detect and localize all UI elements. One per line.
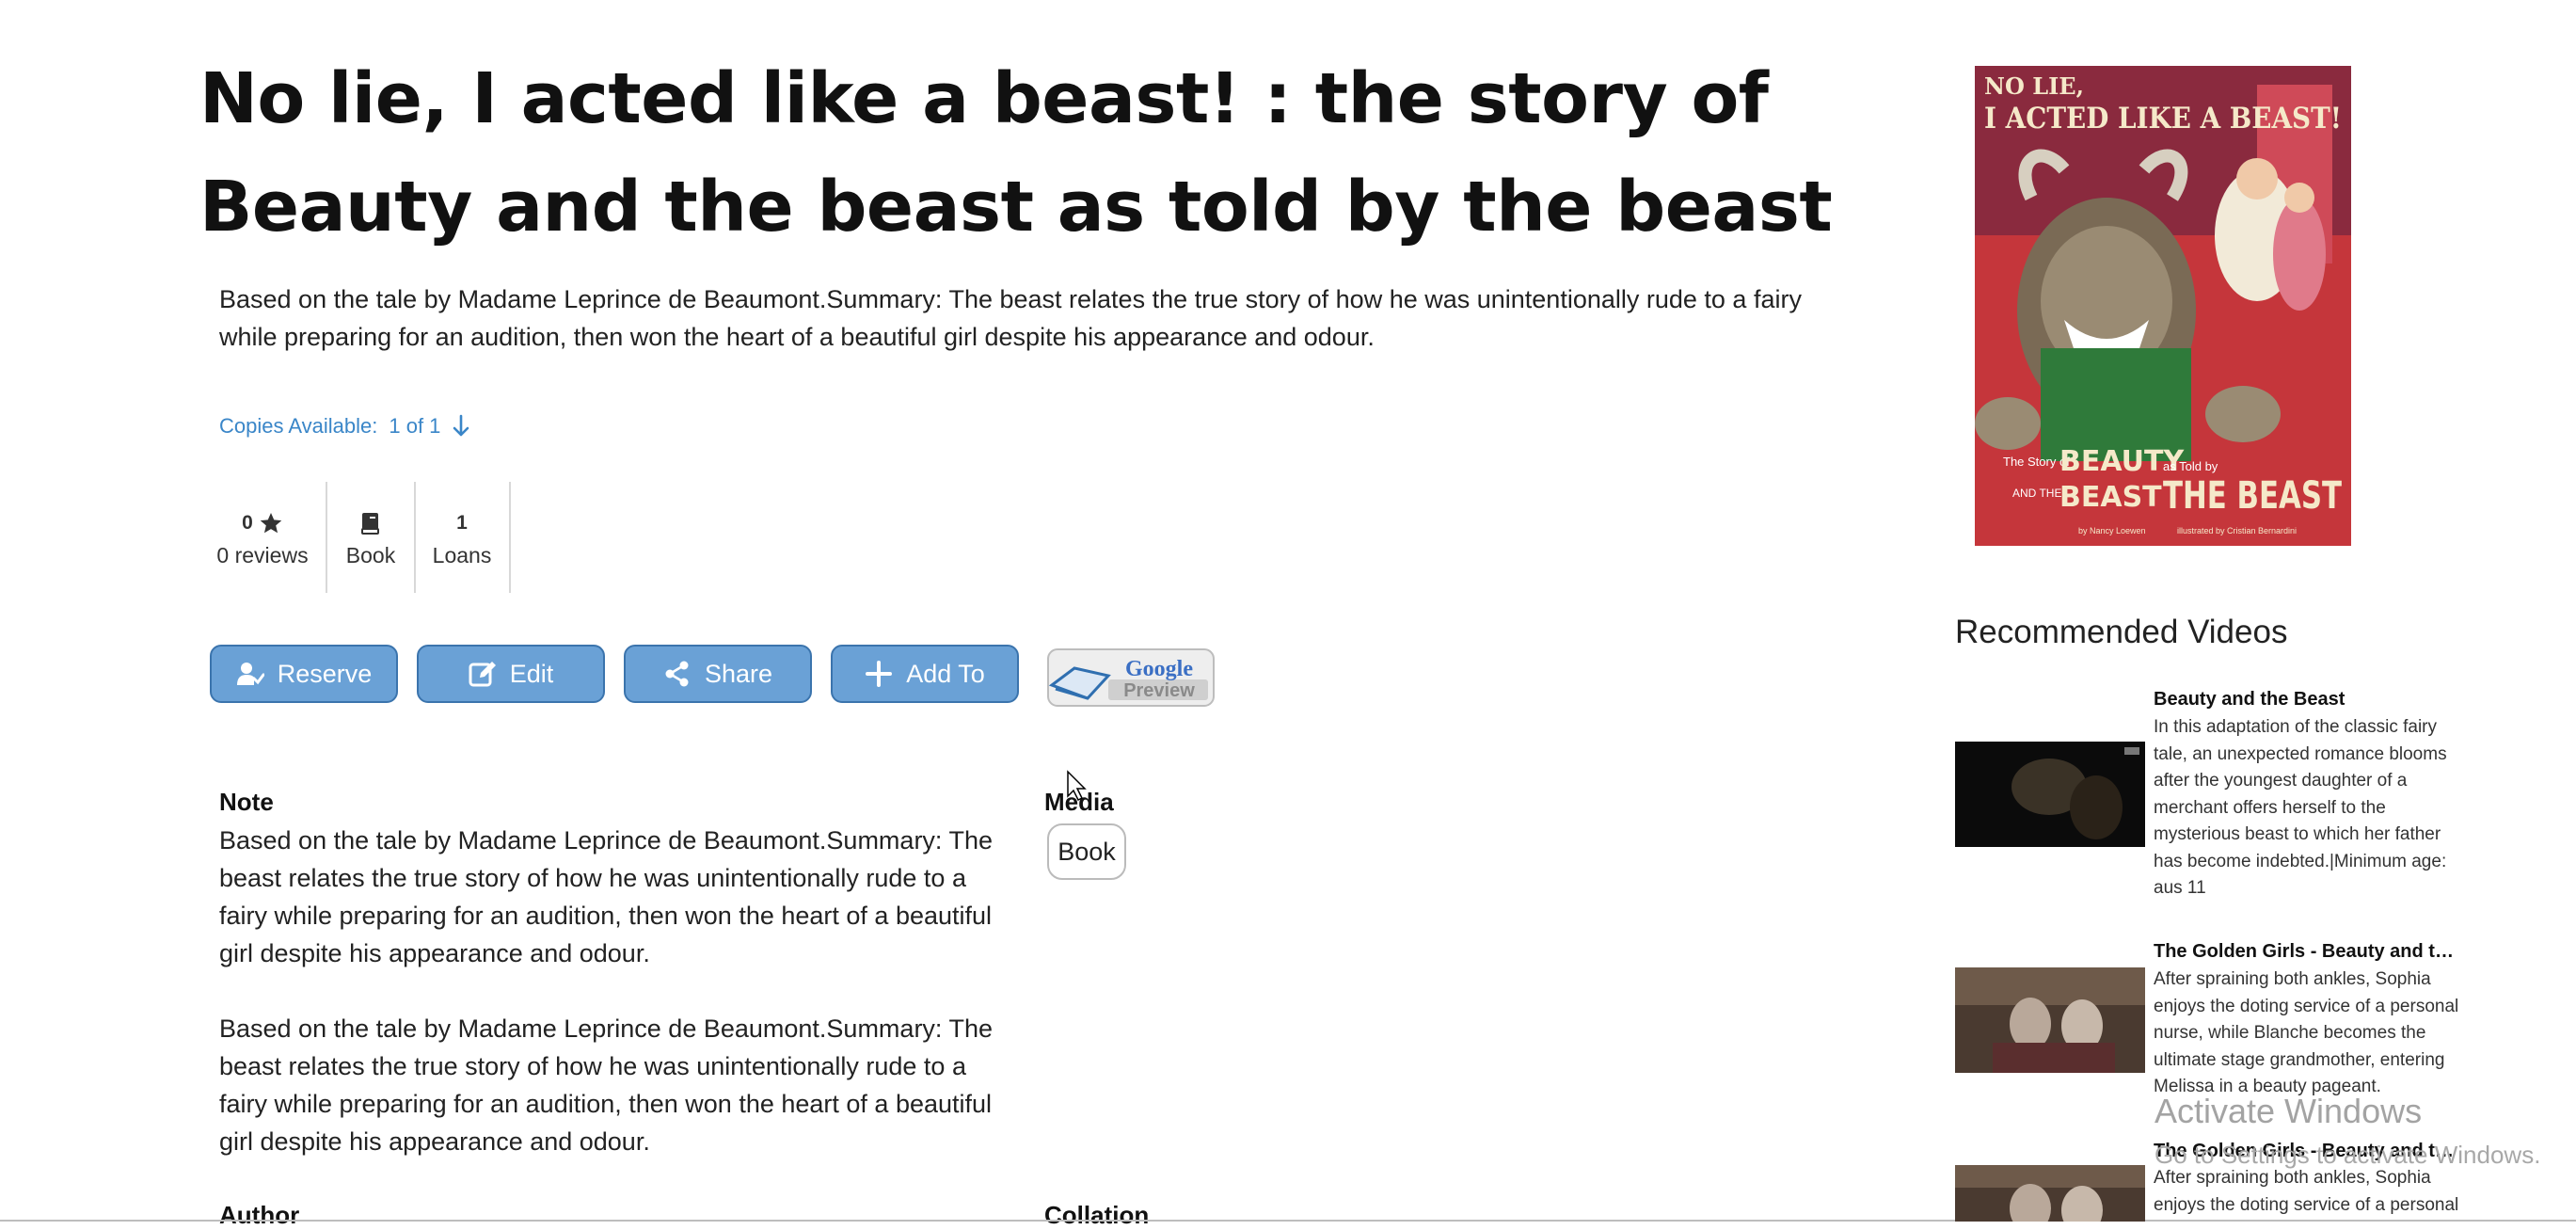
loans-label: Loans [432, 542, 492, 567]
star-icon [260, 512, 282, 533]
page-title: No lie, I acted like a beast! : the stor… [199, 58, 1833, 248]
rating-value: 0 [242, 511, 253, 534]
mouse-cursor-icon [1067, 770, 1087, 802]
cover-text: as Told by [2163, 459, 2218, 473]
note-paragraph: Based on the tale by Madame Leprince de … [219, 1014, 993, 1156]
google-preview-button[interactable]: Google Preview [1046, 647, 1216, 708]
video-description: After spraining both ankles, Sophia enjo… [2154, 969, 2459, 1096]
activate-windows-subtext: Go to Settings to activate Windows. [2155, 1141, 2541, 1169]
recommended-videos-heading: Recommended Videos [1955, 614, 2288, 650]
copies-available-link[interactable]: Copies Available: 1 of 1 [219, 414, 470, 439]
activate-windows-watermark: Activate Windows [2155, 1092, 2423, 1130]
reviews-count: 0 reviews [216, 542, 309, 567]
cover-text: NO LIE, [1984, 72, 2084, 100]
note-heading: Note [219, 788, 274, 816]
collation-heading: Collation [1044, 1201, 1150, 1229]
video-description: After spraining both ankles, Sophia enjo… [2154, 1168, 2459, 1215]
cover-text: by Nancy Loewen [2078, 526, 2146, 535]
reserve-label: Reserve [277, 659, 373, 688]
summary-text: Based on the tale by Madame Leprince de … [219, 285, 1802, 351]
video-thumbnail[interactable] [1955, 967, 2145, 1073]
share-icon [665, 661, 689, 687]
edit-label: Edit [509, 659, 554, 688]
video-description: In this adaptation of the classic fairy … [2154, 717, 2447, 898]
arrow-down-icon [453, 414, 469, 437]
cover-text: AND THE [2012, 487, 2061, 500]
cover-text: illustrated by Cristian Bernardini [2177, 526, 2297, 535]
stat-divider [509, 482, 511, 593]
cover-text: I ACTED LIKE A BEAST! [1984, 102, 2342, 136]
copies-label: Copies Available: [219, 414, 378, 438]
reserve-button[interactable]: Reserve [210, 645, 398, 703]
stat-divider [414, 482, 416, 593]
plus-icon [866, 661, 893, 687]
add-to-label: Add To [906, 659, 985, 688]
edit-button[interactable]: Edit [417, 645, 605, 703]
video-title[interactable]: The Golden Girls - Beauty and the ... [2154, 941, 2459, 963]
video-thumbnail[interactable] [1955, 1165, 2145, 1222]
copies-value: 1 of 1 [389, 414, 441, 438]
google-preview-top-text: Google [1125, 657, 1193, 681]
loans-count: 1 [456, 511, 468, 534]
media-badge[interactable]: Book [1047, 823, 1126, 880]
share-label: Share [704, 659, 773, 688]
cover-text: BEAST [2059, 481, 2162, 514]
format-label: Book [345, 542, 396, 567]
stat-divider [326, 482, 327, 593]
loans-stat: 1 Loans [429, 482, 495, 593]
format-stat: Book [339, 482, 403, 593]
cover-text: THE BEAST [2163, 474, 2343, 518]
video-title[interactable]: Beauty and the Beast [2154, 689, 2459, 711]
book-icon [361, 512, 379, 535]
author-heading: Author [219, 1201, 300, 1229]
edit-icon [469, 662, 496, 687]
book-cover-image: NO LIE, I ACTED LIKE A BEAST! The Story … [1975, 66, 2351, 546]
google-preview-bottom-text: Preview [1123, 680, 1195, 701]
rating-stat[interactable]: 0 0 reviews [215, 482, 310, 593]
add-to-button[interactable]: Add To [831, 645, 1019, 703]
note-paragraph: Based on the tale by Madame Leprince de … [219, 826, 993, 967]
user-check-icon [236, 663, 264, 685]
share-button[interactable]: Share [624, 645, 812, 703]
media-value: Book [1057, 837, 1116, 866]
video-thumbnail[interactable] [1955, 742, 2145, 847]
